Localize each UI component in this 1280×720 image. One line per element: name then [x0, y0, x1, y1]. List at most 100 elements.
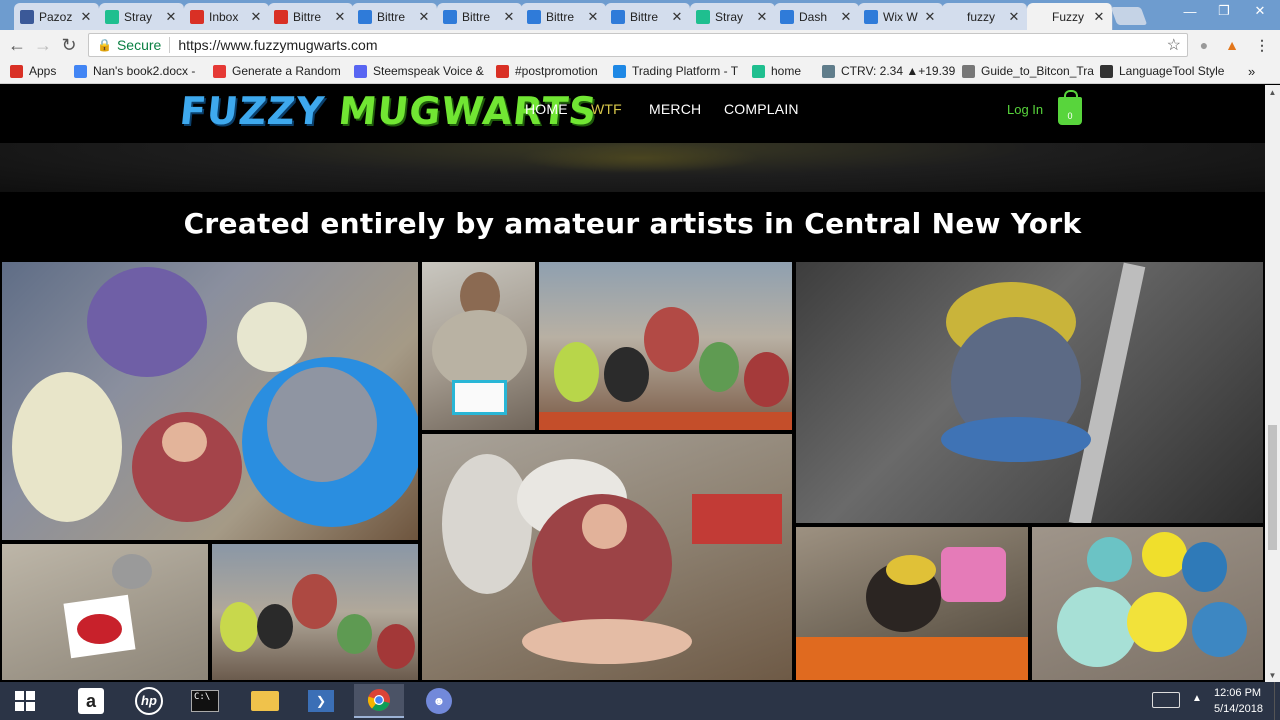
tab-favicon-icon [20, 9, 34, 24]
tab-close-icon[interactable]: ✕ [1092, 9, 1106, 25]
bookmark-item[interactable]: Generate a Random [213, 64, 341, 78]
scroll-up-icon[interactable]: ▲ [1265, 85, 1280, 99]
101-icon [496, 64, 509, 78]
gallery-photo-creatures-shelf[interactable] [537, 260, 794, 432]
tab-10[interactable]: Dash ✕ [774, 3, 860, 30]
tab-1[interactable]: Pazoz ✕ [14, 3, 100, 30]
browser-toolbar: ← → ↻ 🔒 Secure https://www.fuzzymugwarts… [0, 30, 1280, 60]
bookmark-label: Steemspeak Voice & [373, 64, 484, 78]
keyboard-icon[interactable] [1152, 692, 1180, 708]
gallery-photo-paint-cups[interactable] [1030, 525, 1265, 682]
more-bookmarks-icon[interactable]: » [1248, 64, 1255, 79]
gallery-photo-creatures-table[interactable] [210, 542, 420, 682]
secure-indicator[interactable]: 🔒 Secure [89, 37, 161, 53]
f-icon [213, 64, 226, 78]
bookmark-item[interactable]: CTRV: 2.34 ▲+19.39 [822, 64, 955, 78]
tab-favicon-icon [443, 9, 457, 24]
tab-close-icon[interactable]: ✕ [839, 9, 853, 25]
tab-12[interactable]: fuzzy ✕ [942, 3, 1028, 30]
url-text[interactable]: https://www.fuzzymugwarts.com [178, 37, 377, 53]
tab-close-icon[interactable]: ✕ [417, 9, 431, 25]
back-arrow-icon[interactable]: ← [4, 32, 30, 58]
login-link[interactable]: Log In [1007, 102, 1043, 117]
tab-9[interactable]: Stray ✕ [690, 3, 776, 30]
file-explorer-icon[interactable] [240, 684, 290, 718]
skype-extension-icon[interactable]: ● [1194, 35, 1214, 55]
bookmark-item[interactable]: #postpromotion [496, 64, 598, 78]
show-hidden-icons-icon[interactable]: ▲ [1192, 693, 1202, 704]
chrome-taskbar-icon[interactable] [354, 684, 404, 718]
address-bar[interactable]: 🔒 Secure https://www.fuzzymugwarts.com ☆ [88, 33, 1188, 57]
metamask-extension-icon[interactable]: ▲ [1222, 35, 1242, 55]
hp-app-icon[interactable]: hp [124, 684, 174, 718]
forward-arrow-icon[interactable]: → [30, 32, 56, 58]
tab-close-icon[interactable]: ✕ [586, 9, 600, 25]
windows-start-icon[interactable] [0, 684, 50, 718]
nav-complain[interactable]: COMPLAIN [724, 101, 799, 117]
tab-close-icon[interactable]: ✕ [164, 9, 178, 25]
tab-3[interactable]: Inbox ✕ [184, 3, 270, 30]
scroll-down-icon[interactable]: ▼ [1265, 668, 1280, 682]
gallery-photo-creatures-group[interactable] [0, 260, 420, 542]
gallery-photo-pouring-resin[interactable] [0, 542, 210, 682]
reload-icon[interactable]: ↻ [56, 32, 82, 58]
show-desktop-button[interactable] [1274, 682, 1280, 720]
tab-close-icon[interactable]: ✕ [670, 9, 684, 25]
tab-11[interactable]: Wix W ✕ [858, 3, 944, 30]
bookmark-label: Generate a Random [232, 64, 341, 78]
tab-8[interactable]: Bittre ✕ [605, 3, 691, 30]
tab-7[interactable]: Bittre ✕ [521, 3, 607, 30]
bookmark-item[interactable]: Apps [10, 64, 56, 78]
tab-2[interactable]: Stray ✕ [99, 3, 185, 30]
new-tab-button[interactable] [1110, 7, 1148, 25]
gallery-photo-blue-creature-rocks[interactable] [794, 260, 1265, 525]
tab-6[interactable]: Bittre ✕ [437, 3, 523, 30]
tab-favicon-icon [190, 9, 204, 24]
page-scrollbar[interactable]: ▲ ▼ [1265, 85, 1280, 682]
bookmark-star-icon[interactable]: ☆ [1167, 35, 1181, 55]
clock-date[interactable]: 5/14/2018 [1214, 703, 1263, 715]
tab-close-icon[interactable]: ✕ [923, 9, 937, 25]
amazon-app-icon[interactable]: a [66, 684, 116, 718]
tab-close-icon[interactable]: ✕ [1007, 9, 1021, 25]
tab-close-icon[interactable]: ✕ [502, 9, 516, 25]
powershell-icon[interactable]: ❯ [296, 684, 346, 718]
nav-home[interactable]: HOME [525, 101, 568, 117]
doc-icon [74, 64, 87, 78]
tab-5[interactable]: Bittre ✕ [352, 3, 438, 30]
tab-favicon-icon [864, 9, 878, 24]
cloud-icon [822, 64, 835, 78]
tab-title: Dash [799, 9, 828, 24]
bookmark-label: Nan's book2.docx - [93, 64, 196, 78]
tab-close-icon[interactable]: ✕ [79, 9, 93, 25]
clock-time[interactable]: 12:06 PM [1214, 687, 1261, 699]
discord-taskbar-icon[interactable]: ☻ [414, 684, 464, 718]
bookmark-label: home [771, 64, 802, 78]
bookmark-item[interactable]: LanguageTool Style [1100, 64, 1224, 78]
gallery-photo-cyclops-creature[interactable] [420, 432, 794, 682]
gallery-photo-creature-with-bottle[interactable] [794, 525, 1030, 682]
bookmark-item[interactable]: Nan's book2.docx - [74, 64, 195, 78]
chrome-menu-icon[interactable]: ⋮ [1252, 35, 1272, 55]
restore-icon[interactable]: ❐ [1206, 0, 1242, 22]
bookmark-item[interactable]: home [752, 64, 801, 78]
tab-title: Inbox [209, 9, 239, 24]
nav-merch[interactable]: MERCH [649, 101, 701, 117]
discord-icon [354, 64, 367, 78]
tab-close-icon[interactable]: ✕ [249, 9, 263, 25]
tab-13[interactable]: Fuzzy ✕ [1027, 3, 1113, 30]
nav-wtf[interactable]: WTF [591, 101, 622, 117]
bookmark-item[interactable]: Steemspeak Voice & [354, 64, 484, 78]
bookmark-item[interactable]: Guide_to_Bitcon_Tra [962, 64, 1094, 78]
bookmark-item[interactable]: Trading Platform - T [613, 64, 738, 78]
tab-close-icon[interactable]: ✕ [333, 9, 347, 25]
cart-icon[interactable]: 0 [1058, 90, 1082, 125]
tab-title: Bittre [377, 9, 406, 24]
minimize-icon[interactable]: — [1172, 0, 1208, 22]
command-prompt-icon[interactable]: C:\ [180, 684, 230, 718]
scrollbar-thumb[interactable] [1268, 425, 1277, 550]
tab-4[interactable]: Bittre ✕ [268, 3, 354, 30]
gallery-photo-artist-working[interactable] [420, 260, 537, 432]
tab-close-icon[interactable]: ✕ [755, 9, 769, 25]
close-window-icon[interactable]: ✕ [1242, 0, 1278, 22]
